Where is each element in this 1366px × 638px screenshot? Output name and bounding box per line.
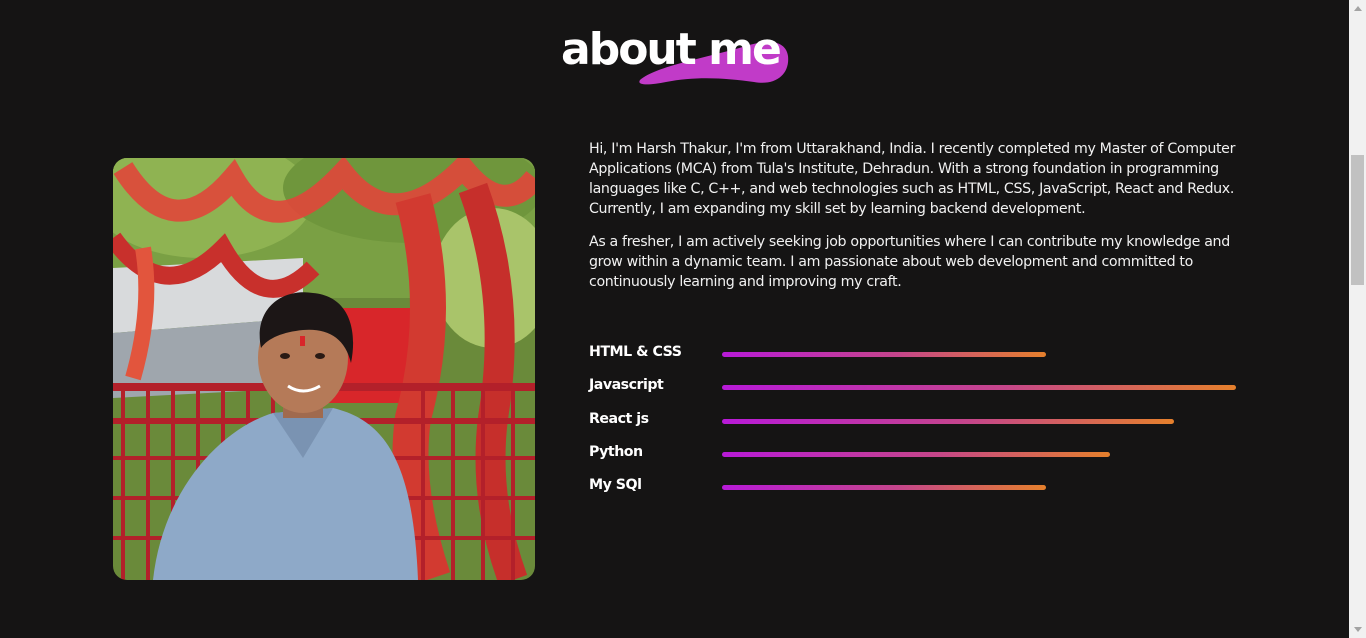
profile-photo — [113, 158, 535, 580]
skill-bar-fill — [722, 485, 1046, 491]
scrollbar[interactable] — [1349, 0, 1366, 638]
skill-row: My SQl — [589, 475, 1249, 508]
skill-row: Javascript — [589, 375, 1249, 408]
about-heading: about me — [556, 22, 796, 92]
skill-bar-track — [722, 418, 1236, 424]
bio-paragraph-goals: As a fresher, I am actively seeking job … — [589, 234, 1230, 290]
bio-paragraph-intro: Hi, I'm Harsh Thakur, I'm from Uttarakha… — [589, 141, 1236, 217]
profile-photo-illustration — [113, 158, 535, 580]
about-section: about me Hi, I'm Harsh Thakur, I'm from … — [0, 0, 1366, 638]
skill-bar-fill — [722, 352, 1046, 357]
scroll-up-arrow-icon[interactable] — [1349, 0, 1366, 17]
skill-bar-track — [722, 485, 1236, 491]
page-title: about me — [561, 24, 782, 75]
skill-label: React js — [589, 410, 649, 427]
skill-label: HTML & CSS — [589, 344, 682, 360]
skill-bar-track — [722, 451, 1236, 457]
skill-bar-track — [722, 352, 1236, 357]
skill-row: HTML & CSS — [589, 342, 1249, 375]
skills-list: HTML & CSS Javascript React js Python My SQl — [589, 342, 1249, 508]
scrollbar-thumb[interactable] — [1351, 155, 1364, 285]
skill-label: My SQl — [589, 477, 642, 494]
skill-label: Python — [589, 443, 643, 460]
skill-row: React js — [589, 409, 1249, 442]
skill-bar-fill — [722, 385, 1236, 391]
skill-row: Python — [589, 442, 1249, 475]
skill-bar-fill — [722, 418, 1175, 424]
bio-text: Hi, I'm Harsh Thakur, I'm from Uttarakha… — [589, 139, 1239, 305]
skill-bar-track — [722, 385, 1236, 391]
skill-bar-fill — [722, 451, 1111, 457]
skill-label: Javascript — [589, 377, 664, 394]
scroll-down-arrow-icon[interactable] — [1349, 621, 1366, 638]
